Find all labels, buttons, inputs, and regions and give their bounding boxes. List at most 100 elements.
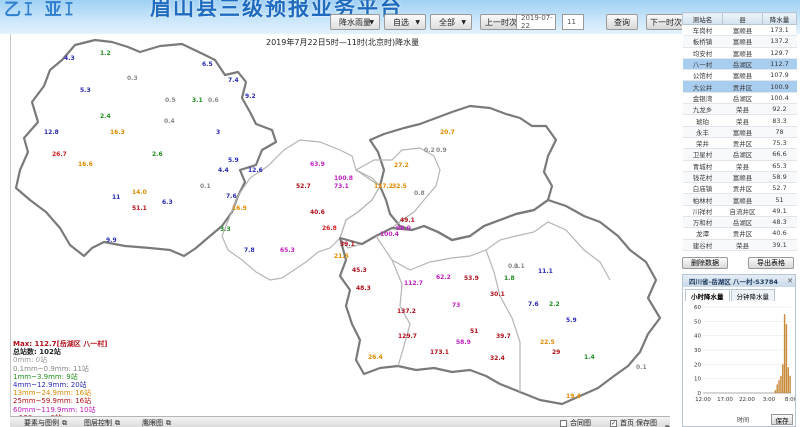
tab-hourly-rain[interactable]: 小时降水量 bbox=[685, 289, 730, 301]
rain-value-label[interactable]: 1.4 bbox=[584, 354, 595, 361]
save-image-button[interactable]: 保存图像 ⧉ bbox=[636, 418, 670, 427]
rain-value-label[interactable]: 51.1 bbox=[132, 205, 147, 212]
rain-value-label[interactable]: 0.1 bbox=[636, 364, 647, 371]
rain-value-label[interactable]: 29 bbox=[552, 349, 560, 356]
rain-value-label[interactable]: 27.2 bbox=[394, 162, 409, 169]
rain-value-label[interactable]: 7.8 bbox=[244, 247, 255, 254]
rain-value-label[interactable]: 45.3 bbox=[352, 267, 367, 274]
rain-value-label[interactable]: 4.3 bbox=[64, 55, 75, 62]
rain-value-label[interactable]: 11 bbox=[112, 194, 120, 201]
rain-value-label[interactable]: 16.3 bbox=[110, 129, 125, 136]
rain-value-label[interactable]: 6.5 bbox=[202, 61, 213, 68]
column-header-station[interactable]: 测站名 bbox=[682, 12, 723, 25]
column-header-county[interactable]: 县 bbox=[722, 12, 763, 25]
table-row[interactable]: 钱花村 富顺县 58.9 bbox=[682, 171, 797, 184]
rain-value-label[interactable]: 6.3 bbox=[162, 199, 173, 206]
rain-value-label[interactable]: 0.5 bbox=[165, 97, 176, 104]
table-row[interactable]: 川祥村 自流井区 49.1 bbox=[682, 205, 797, 218]
table-row[interactable]: 建谷村 荣县 39.1 bbox=[682, 239, 797, 251]
rain-value-label[interactable]: 7.6 bbox=[528, 301, 539, 308]
rain-value-label[interactable]: 12.6 bbox=[248, 167, 263, 174]
table-row[interactable]: 青城村 荣县 65.3 bbox=[682, 160, 797, 172]
overview-map-button[interactable]: 鹰眼图 ⧉ bbox=[142, 418, 171, 427]
chart-save-button[interactable]: 保存 bbox=[771, 414, 793, 425]
table-row[interactable]: 板桥镇 富顺县 137.2 bbox=[682, 35, 797, 48]
rain-value-label[interactable]: 32.4 bbox=[490, 355, 505, 362]
rain-value-label[interactable]: 58.9 bbox=[456, 339, 471, 346]
rain-value-label[interactable]: 137.2 bbox=[374, 183, 393, 190]
rain-value-label[interactable]: 173.1 bbox=[430, 349, 449, 356]
rain-value-label[interactable]: 30.1 bbox=[490, 291, 505, 298]
export-table-button[interactable]: 导出表格 bbox=[748, 257, 794, 269]
rain-value-label[interactable]: 39.1 bbox=[340, 241, 355, 248]
rain-value-label[interactable]: 2.2 bbox=[549, 301, 560, 308]
table-row[interactable]: 八一村 岳湖区 112.7 bbox=[682, 58, 797, 71]
rain-value-label[interactable]: 9.9 bbox=[106, 237, 117, 244]
rain-value-label[interactable]: 73 bbox=[452, 302, 460, 309]
rain-value-label[interactable]: 26.4 bbox=[368, 354, 383, 361]
delete-data-button[interactable]: 删除数据 bbox=[682, 257, 728, 269]
rain-value-label[interactable]: 0.9 bbox=[436, 147, 447, 154]
rain-value-label[interactable]: 0.1 bbox=[514, 263, 525, 270]
column-header-rain[interactable]: 降水量 bbox=[762, 12, 797, 25]
rain-value-label[interactable]: 16.9 bbox=[232, 205, 247, 212]
rain-value-label[interactable]: 11.1 bbox=[538, 268, 553, 275]
table-row[interactable]: 大公井 贡井区 100.9 bbox=[682, 80, 797, 93]
rain-value-label[interactable]: 12.8 bbox=[44, 129, 59, 136]
rain-value-label[interactable]: 22.5 bbox=[540, 339, 555, 346]
table-row[interactable]: 公馆村 富顺县 107.9 bbox=[682, 69, 797, 82]
rain-value-label[interactable]: 26.7 bbox=[52, 151, 67, 158]
rain-value-label[interactable]: 0.3 bbox=[127, 75, 138, 82]
rain-value-label[interactable]: 65.3 bbox=[280, 247, 295, 254]
rain-value-label[interactable]: 2.6 bbox=[152, 151, 163, 158]
rain-value-label[interactable]: 39.7 bbox=[496, 333, 511, 340]
table-row[interactable]: 车岗村 富顺县 173.1 bbox=[682, 24, 797, 37]
rain-value-label[interactable]: 100.4 bbox=[380, 231, 399, 238]
rain-value-label[interactable]: 32.5 bbox=[392, 183, 407, 190]
rain-value-label[interactable]: 5.9 bbox=[566, 317, 577, 324]
table-row[interactable]: 琥珀 荣县 83.3 bbox=[682, 114, 797, 127]
rain-value-label[interactable]: 96.0 bbox=[396, 225, 411, 232]
table-row[interactable]: 白庙镇 贡井区 52.7 bbox=[682, 182, 797, 195]
rain-value-label[interactable]: 0.4 bbox=[164, 118, 175, 125]
rain-value-label[interactable]: 112.7 bbox=[404, 280, 423, 287]
rain-value-label[interactable]: 9.2 bbox=[245, 93, 256, 100]
table-row[interactable]: 荣井 贡井区 75.3 bbox=[682, 137, 797, 150]
rain-value-label[interactable]: 100.8 bbox=[334, 175, 353, 182]
rain-value-label[interactable]: 3.3 bbox=[220, 226, 231, 233]
rain-value-label[interactable]: 3.1 bbox=[192, 97, 203, 104]
table-row[interactable]: 永丰 富顺县 78 bbox=[682, 126, 797, 138]
rain-value-label[interactable]: 137.2 bbox=[397, 308, 416, 315]
rain-value-label[interactable]: 49.1 bbox=[400, 217, 415, 224]
rain-value-label[interactable]: 0.6 bbox=[208, 97, 219, 104]
rain-value-label[interactable]: 7.4 bbox=[228, 77, 239, 84]
rain-value-label[interactable]: 129.7 bbox=[398, 333, 417, 340]
rain-value-label[interactable]: 16.6 bbox=[78, 161, 93, 168]
rain-value-label[interactable]: 52.7 bbox=[296, 183, 311, 190]
table-row[interactable]: 卫星村 岳湖区 66.6 bbox=[682, 148, 797, 161]
close-icon[interactable]: ✕ bbox=[787, 277, 793, 285]
merge-map-checkbox[interactable]: 合同图 bbox=[560, 418, 591, 427]
legend-toggle-button[interactable]: 要素与图例 ⧉ bbox=[24, 418, 67, 427]
rain-value-label[interactable]: 5.3 bbox=[80, 87, 91, 94]
tab-minute-rain[interactable]: 分钟降水量 bbox=[730, 289, 775, 301]
rain-value-label[interactable]: 51 bbox=[470, 328, 478, 335]
rain-value-label[interactable]: 63.9 bbox=[310, 161, 325, 168]
home-checkbox[interactable]: ✓ 首页 bbox=[610, 418, 634, 427]
rain-value-label[interactable]: 21.5 bbox=[334, 253, 349, 260]
table-row[interactable]: 金银湾 岳湖区 100.4 bbox=[682, 92, 797, 105]
table-row[interactable]: 龙潭 贡井区 40.6 bbox=[682, 227, 797, 240]
rain-value-label[interactable]: 0.2 bbox=[424, 147, 435, 154]
table-row[interactable]: 九龙乡 荣县 92.2 bbox=[682, 103, 797, 116]
rain-value-label[interactable]: 1.2 bbox=[100, 50, 111, 57]
layer-control-button[interactable]: 图层控制 ⧉ bbox=[84, 418, 120, 427]
rain-value-label[interactable]: 14.0 bbox=[132, 189, 147, 196]
rain-value-label[interactable]: 73.1 bbox=[334, 183, 349, 190]
rain-value-label[interactable]: 53.9 bbox=[464, 275, 479, 282]
rain-value-label[interactable]: 20.7 bbox=[440, 129, 455, 136]
rain-value-label[interactable]: 48.3 bbox=[356, 285, 371, 292]
rain-value-label[interactable]: 1.8 bbox=[504, 275, 515, 282]
table-row[interactable]: 均安村 富顺县 129.7 bbox=[682, 47, 797, 59]
rain-value-label[interactable]: 5.9 bbox=[228, 157, 239, 164]
checkbox-checked[interactable]: ✓ bbox=[610, 419, 617, 427]
